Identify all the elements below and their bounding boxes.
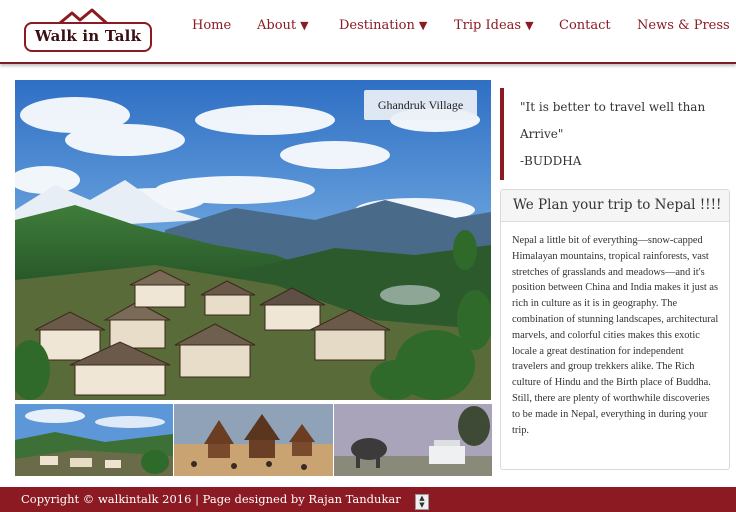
hero-caption: Ghandruk Village — [364, 90, 477, 120]
site-footer: Copyright © walkintalk 2016 | Page desig… — [0, 487, 736, 512]
nav-about-label: About — [257, 18, 297, 33]
hero-image — [15, 80, 491, 400]
thumbnail-strip — [15, 404, 492, 476]
quote-line-1: "It is better to travel well than — [520, 100, 706, 114]
nav-contact-label: Contact — [559, 18, 611, 33]
chevron-down-icon: ▼ — [418, 19, 428, 32]
footer-copyright: Copyright © walkintalk 2016 | Page desig… — [21, 492, 401, 506]
nav-destination-label: Destination — [339, 18, 415, 33]
chevron-down-icon: ▼ — [525, 19, 534, 32]
logo-text: Walk in Talk — [34, 27, 142, 45]
quote-author: -BUDDHA — [520, 154, 582, 168]
nav-about[interactable]: About ▼ — [257, 18, 309, 33]
buddha-quote: "It is better to travel well than Arrive… — [500, 88, 728, 180]
thumbnail-2[interactable] — [174, 404, 333, 476]
panel-title: We Plan your trip to Nepal !!!! — [501, 190, 729, 222]
quote-line-2: Arrive" — [520, 127, 564, 141]
thumbnail-3[interactable] — [334, 404, 492, 476]
site-header: Walk in Talk Home About ▼ Destination ▼ Tr… — [0, 0, 736, 64]
scroll-arrows-icon[interactable]: ▲ ▼ — [415, 494, 429, 510]
site-logo[interactable]: Walk in Talk — [24, 8, 154, 52]
nav-trip-ideas[interactable]: Trip Ideas ▼ — [454, 18, 534, 33]
nav-destination[interactable]: Destination ▼ — [339, 18, 427, 33]
panel-body: Nepal a little bit of everything—snow-ca… — [512, 235, 719, 436]
thumbnail-1[interactable] — [15, 404, 173, 476]
nav-home[interactable]: Home — [192, 18, 231, 33]
nav-contact[interactable]: Contact — [559, 18, 611, 33]
nav-trip-ideas-label: Trip Ideas — [454, 18, 522, 33]
nav-home-label: Home — [192, 18, 232, 33]
plan-trip-panel: We Plan your trip to Nepal !!!! Nepal a … — [500, 189, 730, 470]
nav-news-press-label: News & Press — [637, 18, 730, 33]
nav-news-press[interactable]: News & Press — [637, 18, 730, 33]
chevron-down-icon: ▼ — [300, 19, 309, 32]
